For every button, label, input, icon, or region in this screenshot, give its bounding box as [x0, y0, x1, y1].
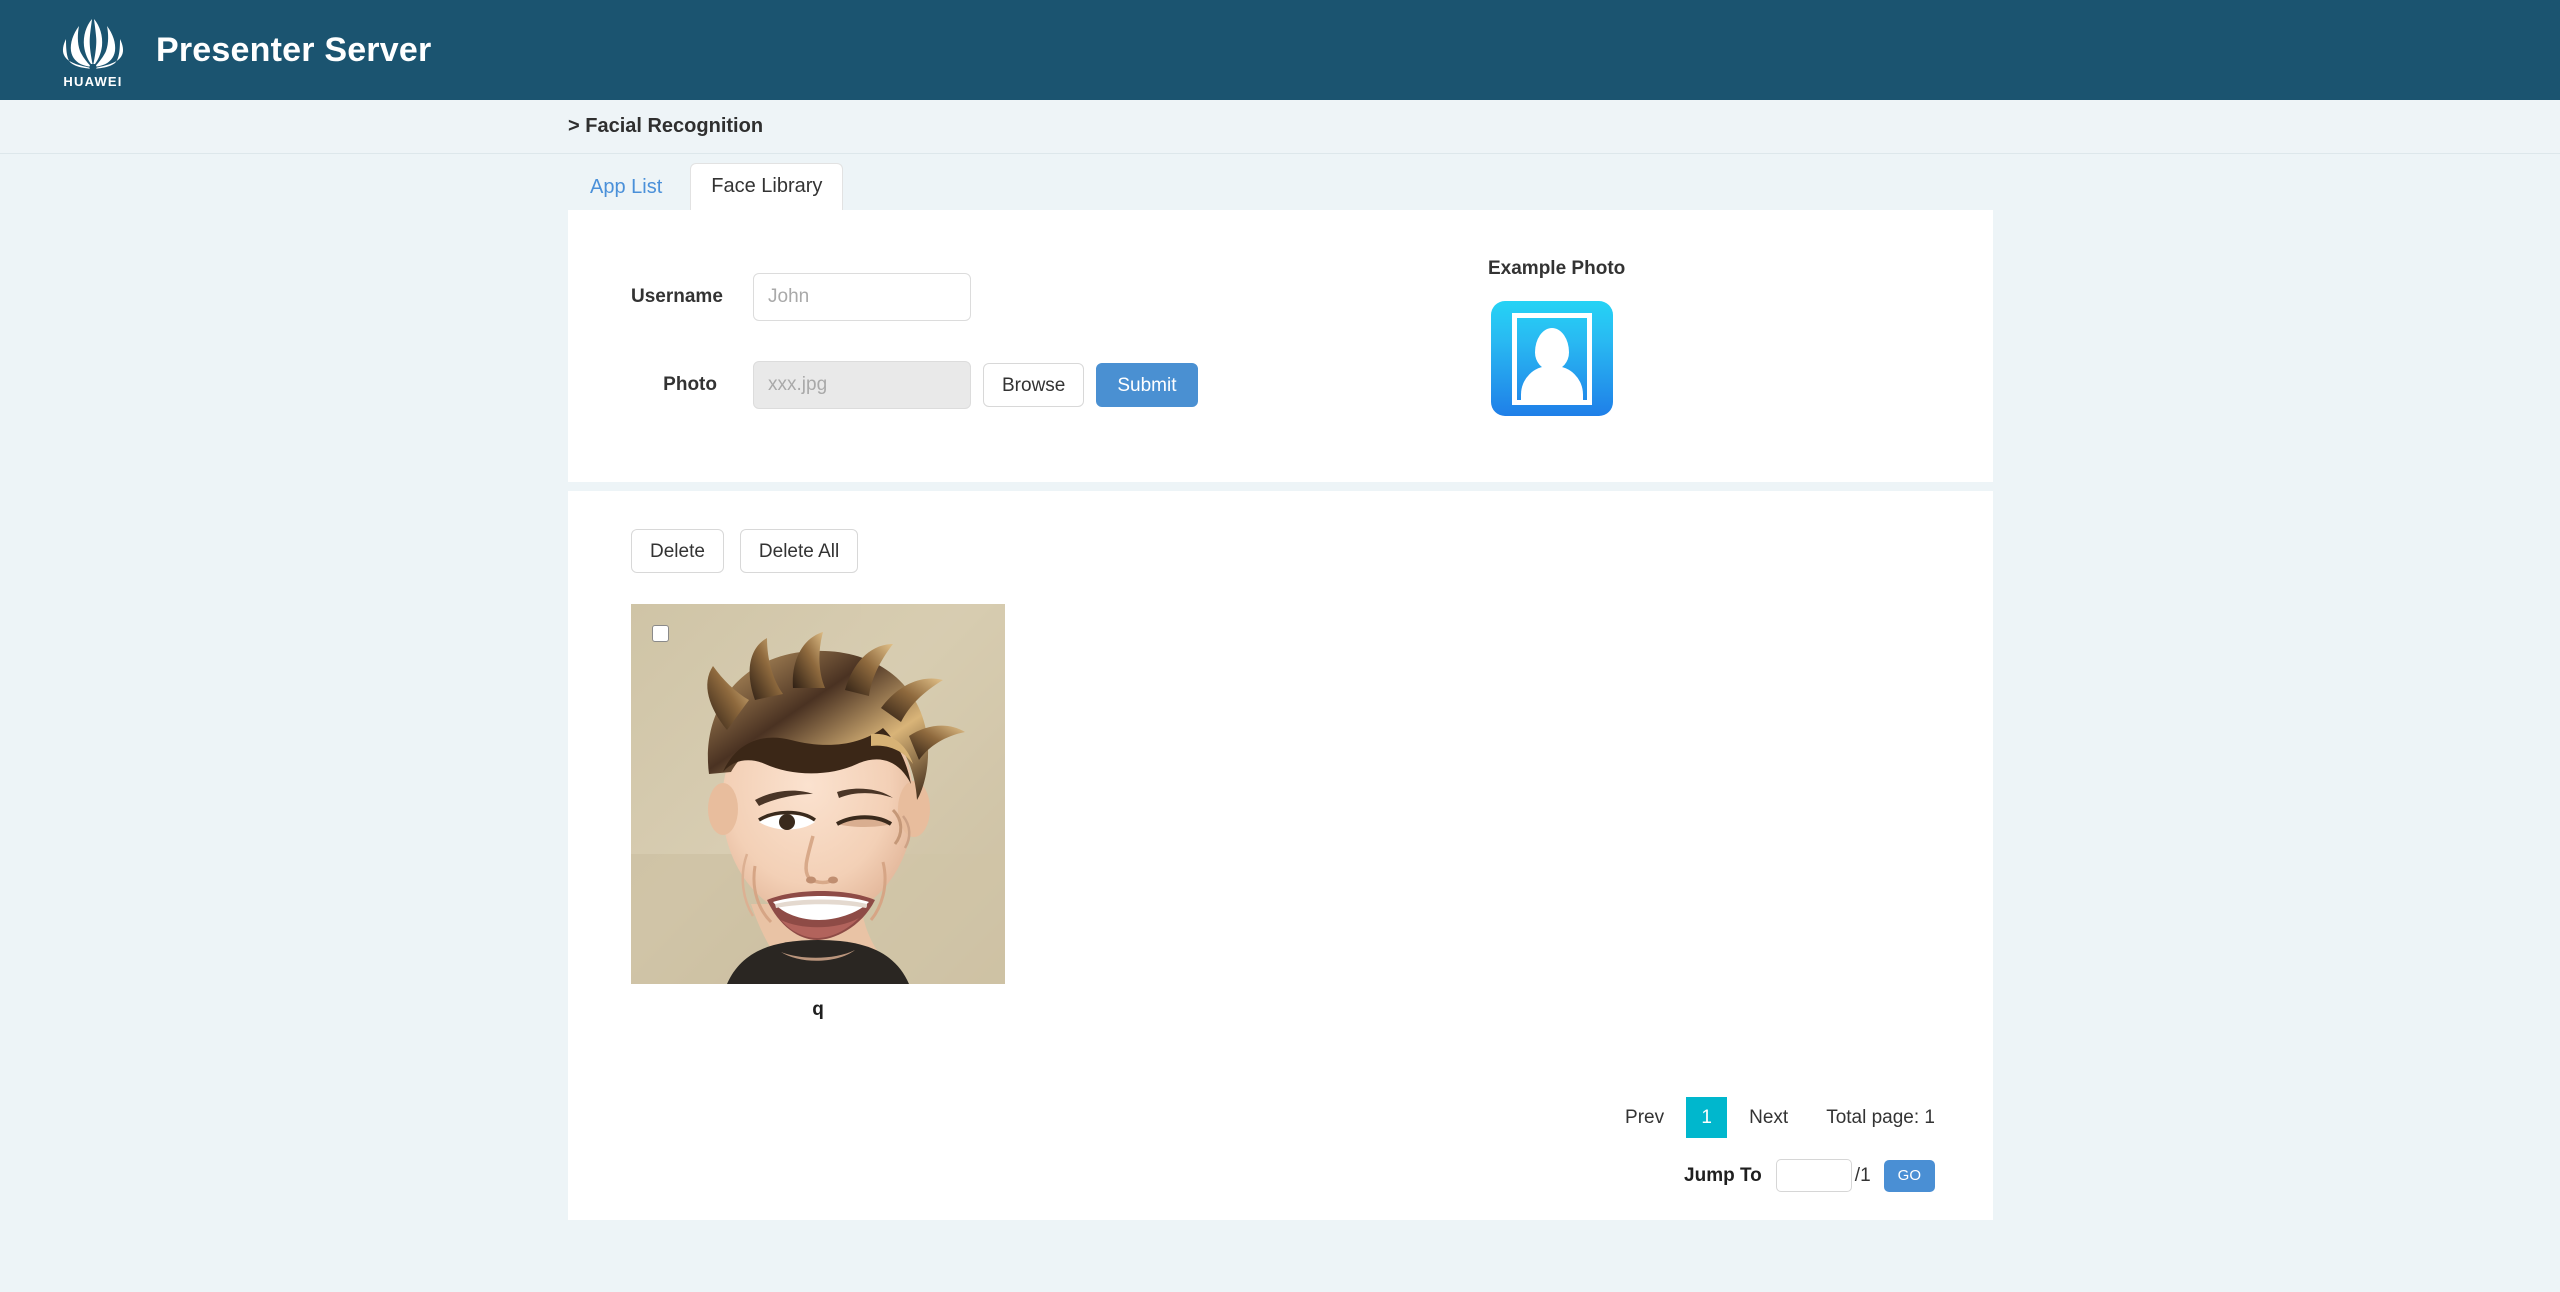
pagination-next[interactable]: Next — [1727, 1107, 1810, 1129]
photo-file-input[interactable] — [753, 361, 971, 409]
pagination-current-page[interactable]: 1 — [1686, 1097, 1728, 1138]
photo-label: Photo — [663, 374, 717, 395]
app-title: Presenter Server — [156, 30, 432, 69]
example-photo-title: Example Photo — [1488, 258, 1626, 279]
face-card: q — [631, 604, 1005, 1021]
pagination-prev[interactable]: Prev — [1603, 1107, 1686, 1129]
username-label: Username — [631, 286, 723, 307]
upload-form: Username Photo Browse Submit — [568, 210, 1993, 412]
pagination: Prev 1 Next Total page: 1 — [1603, 1097, 1935, 1138]
submit-button[interactable]: Submit — [1096, 363, 1198, 407]
jump-to-label: Jump To — [1684, 1164, 1762, 1186]
face-library-panel: Delete Delete All q Prev 1 Next Total pa… — [568, 491, 1993, 1220]
breadcrumb-bar: > Facial Recognition — [0, 100, 2560, 154]
jump-to-row: Jump To /1 GO — [1684, 1159, 1935, 1192]
face-photo — [631, 604, 1005, 984]
pagination-total-pages: Total page: 1 — [1826, 1106, 1935, 1128]
upload-panel: Username Photo Browse Submit Example Pho… — [568, 210, 1993, 482]
username-row: Username — [631, 270, 1993, 324]
browse-button[interactable]: Browse — [983, 363, 1085, 407]
gallery-toolbar: Delete Delete All — [568, 491, 1993, 573]
portrait-frame — [1512, 313, 1592, 405]
jump-to-total: /1 — [1854, 1164, 1871, 1186]
delete-button[interactable]: Delete — [631, 529, 724, 573]
example-photo-block: Example Photo — [1488, 258, 1625, 416]
app-header: HUAWEI Presenter Server — [0, 0, 2560, 100]
svg-text:HUAWEI: HUAWEI — [63, 74, 122, 89]
huawei-logo-icon: HUAWEI — [52, 9, 134, 91]
silhouette-head — [1535, 328, 1569, 370]
delete-all-button[interactable]: Delete All — [739, 529, 859, 573]
tab-face-library[interactable]: Face Library — [690, 163, 844, 210]
face-name-label: q — [812, 999, 824, 1020]
person-portrait-icon — [1491, 301, 1613, 416]
photo-row: Photo Browse Submit — [631, 358, 1993, 412]
username-input[interactable] — [753, 273, 971, 321]
face-gallery: q — [568, 573, 1993, 1021]
tab-app-list[interactable]: App List — [568, 165, 684, 210]
breadcrumb: > Facial Recognition — [568, 115, 764, 137]
silhouette-body — [1521, 366, 1583, 400]
face-select-checkbox[interactable] — [652, 625, 669, 642]
tab-bar: App List Face Library — [0, 154, 2560, 210]
go-button[interactable]: GO — [1883, 1159, 1935, 1192]
jump-to-input[interactable] — [1775, 1159, 1852, 1192]
